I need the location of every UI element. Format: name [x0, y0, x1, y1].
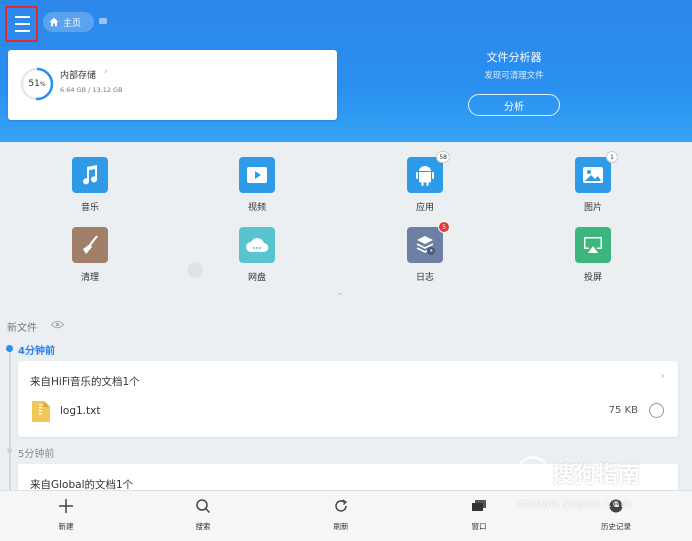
log-icon: 5	[407, 221, 450, 263]
timeline-dot	[6, 345, 13, 352]
group-time: 4分钟前	[18, 346, 55, 357]
cloud-icon	[239, 227, 275, 263]
new-button[interactable]: 新建	[36, 496, 96, 532]
text-file-icon	[32, 401, 50, 422]
breadcrumb-extra	[99, 18, 107, 24]
broom-icon	[72, 227, 108, 263]
category-label: 音乐	[80, 203, 99, 213]
eye-icon[interactable]	[51, 320, 64, 329]
plus-icon	[36, 496, 96, 516]
windows-button[interactable]: 窗口	[449, 496, 509, 532]
chevron-right-icon: ›	[660, 369, 665, 382]
analyze-button[interactable]: 分析	[468, 94, 560, 116]
storage-title: 内部存储	[60, 71, 97, 81]
windows-icon	[449, 496, 509, 516]
category-label: 视频	[247, 203, 266, 213]
category-label: 应用	[415, 203, 434, 213]
timeline-dot	[7, 448, 12, 453]
group-title: 来自HiFi音乐的文档1个	[30, 376, 140, 388]
category-cast[interactable]: 投屏	[563, 227, 623, 283]
breadcrumb-home-label: 主页	[63, 18, 82, 29]
category-label: 网盘	[247, 273, 266, 283]
internal-storage-card[interactable]: 51% 内部存储 › 6.64 GB / 13.12 GB	[8, 50, 337, 120]
refresh-button[interactable]: 刷新	[311, 496, 371, 532]
chevron-right-icon: ›	[104, 67, 108, 77]
breadcrumb-home[interactable]: 主页	[43, 12, 94, 32]
watermark-logo: S	[516, 456, 550, 490]
header: 主页 51% 内部存储 › 6.64 GB / 13.12 GB 文件分析器 发…	[0, 0, 692, 142]
category-cleaner[interactable]: 清理	[60, 227, 120, 283]
category-log[interactable]: 5 日志	[395, 221, 455, 283]
video-icon	[239, 157, 275, 193]
category-apps[interactable]: 58 应用	[395, 151, 455, 213]
chevron-down-icon[interactable]: ⌄	[336, 288, 344, 298]
android-icon: 58	[407, 151, 450, 193]
cast-icon	[575, 227, 611, 263]
category-music[interactable]: 音乐	[60, 157, 120, 213]
menu-button[interactable]	[5, 6, 38, 42]
group-time: 5分钟前	[18, 449, 55, 460]
refresh-icon	[311, 496, 371, 516]
category-cloud-drive[interactable]: 网盘	[227, 227, 287, 283]
category-pictures[interactable]: 1 图片	[563, 151, 623, 213]
file-select-checkbox[interactable]	[649, 403, 664, 418]
timeline-line	[9, 350, 11, 490]
search-button[interactable]: 搜索	[173, 496, 233, 532]
analyzer-subtitle: 发现可清理文件	[484, 71, 544, 81]
category-label: 日志	[415, 273, 434, 283]
search-icon	[173, 496, 233, 516]
analyzer-title: 文件分析器	[486, 51, 542, 64]
home-icon	[49, 17, 59, 27]
watermark: S 搜狗指南 zhinan.sogou.com	[514, 454, 690, 516]
file-name: log1.txt	[60, 405, 101, 417]
pictures-count-badge: 1	[606, 151, 618, 163]
log-count-badge: 5	[438, 221, 450, 233]
category-label: 图片	[583, 203, 602, 213]
recent-files-title: 新文件	[7, 323, 37, 334]
apps-count-badge: 58	[436, 151, 450, 163]
category-label: 投屏	[583, 273, 602, 283]
picture-icon: 1	[575, 151, 618, 193]
storage-size: 6.64 GB / 13.12 GB	[60, 86, 123, 94]
recent-group-card[interactable]: 来自HiFi音乐的文档1个 › log1.txt 75 KB	[18, 361, 678, 437]
category-video[interactable]: 视频	[227, 157, 287, 213]
floating-assist-button[interactable]	[188, 262, 202, 276]
menu-icon	[15, 16, 30, 18]
music-note-icon	[72, 157, 108, 193]
watermark-url: zhinan.sogou.com	[516, 497, 633, 510]
category-label: 清理	[80, 273, 99, 283]
watermark-text: 搜狗指南	[552, 463, 641, 488]
storage-percent: 51%	[28, 79, 46, 89]
file-size: 75 KB	[608, 405, 638, 416]
